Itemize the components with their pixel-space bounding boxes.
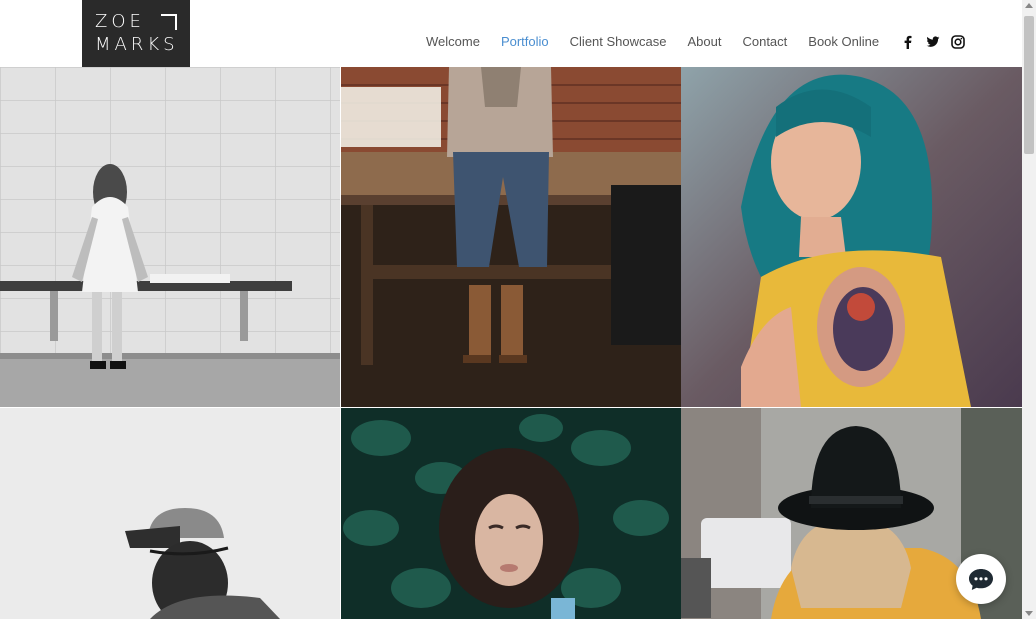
page-scrollbar[interactable] — [1022, 0, 1036, 619]
photo-5-image — [341, 408, 681, 619]
photo-2-image — [341, 67, 681, 407]
photo-1-image — [0, 67, 340, 407]
nav-item-book-online[interactable]: Book Online — [808, 34, 879, 49]
logo-corner-mark — [161, 14, 177, 30]
main-nav: Welcome Portfolio Client Showcase About … — [426, 34, 976, 49]
site-header: ZOE MARKS Welcome Portfolio Client Showc… — [0, 0, 1022, 67]
instagram-icon[interactable] — [951, 34, 965, 49]
nav-item-portfolio[interactable]: Portfolio — [501, 34, 549, 49]
twitter-icon[interactable] — [926, 35, 940, 49]
gallery-photo-1[interactable] — [0, 67, 340, 407]
gallery-photo-5[interactable] — [341, 408, 681, 619]
gallery-photo-4[interactable] — [0, 408, 340, 619]
portfolio-gallery — [0, 67, 1022, 619]
photo-4-image — [0, 408, 340, 619]
nav-item-about[interactable]: About — [687, 34, 721, 49]
scrollbar-thumb[interactable] — [1024, 16, 1034, 154]
nav-item-welcome[interactable]: Welcome — [426, 34, 480, 49]
site-logo[interactable]: ZOE MARKS — [82, 0, 190, 67]
gallery-photo-2[interactable] — [341, 67, 681, 407]
scroll-up-arrow-icon[interactable] — [1025, 3, 1033, 8]
scroll-down-arrow-icon[interactable] — [1025, 611, 1033, 616]
photo-3-image — [681, 67, 1022, 407]
nav-item-contact[interactable]: Contact — [742, 34, 787, 49]
social-links — [901, 34, 976, 49]
logo-line-1: ZOE — [95, 11, 145, 32]
chat-button[interactable] — [956, 554, 1006, 604]
gallery-photo-3[interactable] — [681, 67, 1022, 407]
nav-item-client-showcase[interactable]: Client Showcase — [570, 34, 667, 49]
logo-line-2: MARKS — [95, 34, 179, 55]
facebook-icon[interactable] — [901, 35, 915, 49]
chat-bubble-icon — [969, 569, 993, 590]
